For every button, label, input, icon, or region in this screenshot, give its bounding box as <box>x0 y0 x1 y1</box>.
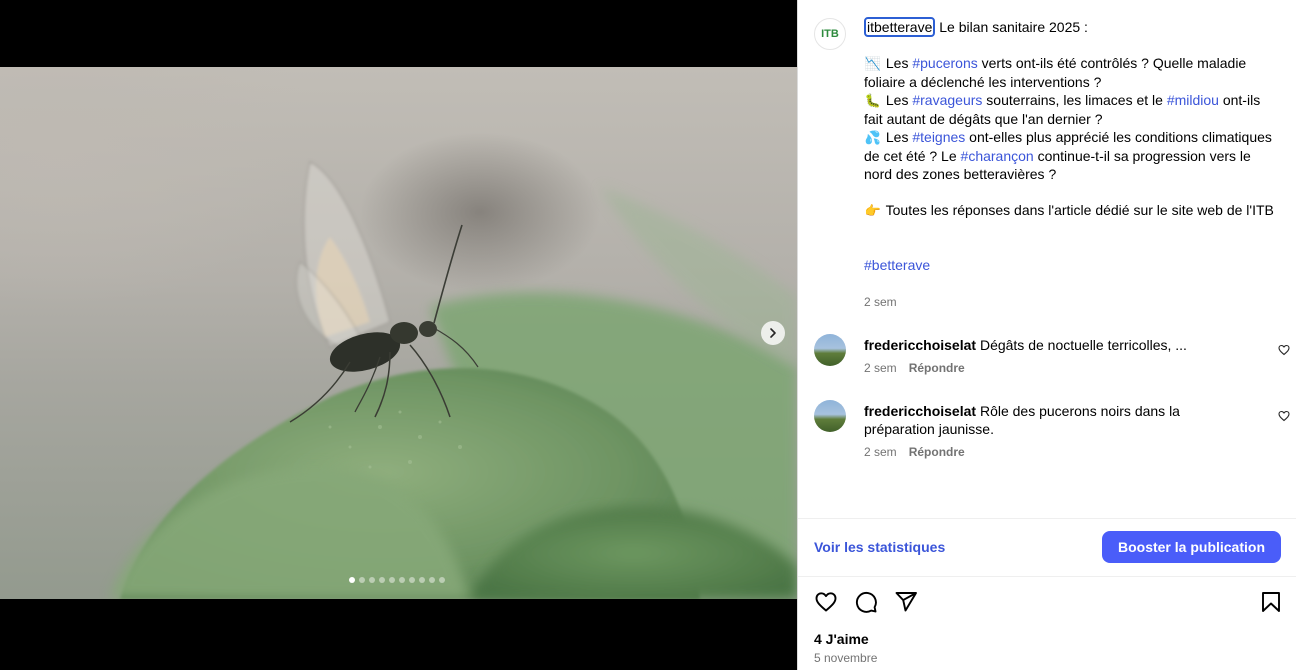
avatar-logo-text: ITB <box>821 28 839 40</box>
carousel-dot <box>349 577 355 583</box>
comment-body: Dégâts de noctuelle terricolles, ... <box>979 337 1187 353</box>
carousel-dot <box>389 577 395 583</box>
carousel-dot <box>429 577 435 583</box>
carousel-dot <box>439 577 445 583</box>
carousel-next-button[interactable] <box>761 321 785 345</box>
author-username-link[interactable]: itbetterave <box>864 17 936 37</box>
hashtag-charancon[interactable]: #charançon <box>961 148 1034 164</box>
carousel-dot <box>379 577 385 583</box>
hashtag-teignes[interactable]: #teignes <box>912 129 965 145</box>
carousel-dot <box>409 577 415 583</box>
post-photo <box>0 67 797 599</box>
caption-intro: Le bilan sanitaire 2025 : <box>939 19 1088 35</box>
chevron-right-icon <box>770 328 776 338</box>
hashtag-pucerons[interactable]: #pucerons <box>912 55 977 71</box>
commenter-avatar[interactable] <box>814 334 846 366</box>
caption-text: Les <box>885 92 913 108</box>
hashtag-mildiou[interactable]: #mildiou <box>1167 92 1219 108</box>
carousel-dot <box>419 577 425 583</box>
comment-meta: 2 sem Répondre <box>864 445 965 459</box>
commenter-avatar[interactable] <box>814 400 846 432</box>
post-timestamp: 2 sem <box>864 295 897 309</box>
carousel-dot <box>359 577 365 583</box>
divider <box>798 576 1296 577</box>
author-avatar[interactable]: ITB <box>814 18 846 50</box>
comment-meta: 2 sem Répondre <box>864 361 965 375</box>
comment-like-heart-icon[interactable] <box>1278 410 1290 422</box>
caption-text: Les <box>885 55 913 71</box>
carousel-dot <box>369 577 375 583</box>
like-heart-icon[interactable] <box>814 590 838 614</box>
water-drops-icon: 💦 <box>864 130 882 145</box>
commenter-username[interactable]: fredericchoiselat <box>864 403 976 419</box>
pointing-hand-icon: 👉 <box>864 203 882 218</box>
caption-text: souterrains, les limaces et le <box>982 92 1167 108</box>
reply-button[interactable]: Répondre <box>909 445 965 459</box>
chart-decreasing-icon: 📉 <box>864 56 882 71</box>
comment-text: fredericchoiselat Dégâts de noctuelle te… <box>864 336 1214 354</box>
hashtag-ravageurs[interactable]: #ravageurs <box>912 92 982 108</box>
bug-icon: 🐛 <box>864 93 882 108</box>
caption-text: Les <box>885 129 913 145</box>
comment-like-heart-icon[interactable] <box>1278 344 1290 356</box>
divider <box>798 518 1296 519</box>
caption-text: Toutes les réponses dans l'article dédié… <box>885 202 1274 218</box>
boost-post-button[interactable]: Booster la publication <box>1102 531 1281 563</box>
post-details-panel: ITB itbetterave Le bilan sanitaire 2025 … <box>797 0 1296 670</box>
post-caption: itbetterave Le bilan sanitaire 2025 : 📉 … <box>864 17 1280 274</box>
share-icon[interactable] <box>894 590 918 614</box>
likes-count[interactable]: 4 J'aime <box>814 631 869 647</box>
bookmark-icon[interactable] <box>1259 590 1283 614</box>
reply-button[interactable]: Répondre <box>909 361 965 375</box>
comment-text: fredericchoiselat Rôle des pucerons noir… <box>864 402 1214 438</box>
comment-time: 2 sem <box>864 445 897 459</box>
carousel-indicator <box>349 577 445 583</box>
view-stats-link[interactable]: Voir les statistiques <box>814 539 945 555</box>
aphid-photo-illustration <box>110 161 797 599</box>
comment-icon[interactable] <box>854 590 878 614</box>
post-date: 5 novembre <box>814 651 878 665</box>
comment-time: 2 sem <box>864 361 897 375</box>
post-media <box>0 0 797 670</box>
carousel-dot <box>399 577 405 583</box>
hashtag-betterave[interactable]: #betterave <box>864 257 930 273</box>
commenter-username[interactable]: fredericchoiselat <box>864 337 976 353</box>
